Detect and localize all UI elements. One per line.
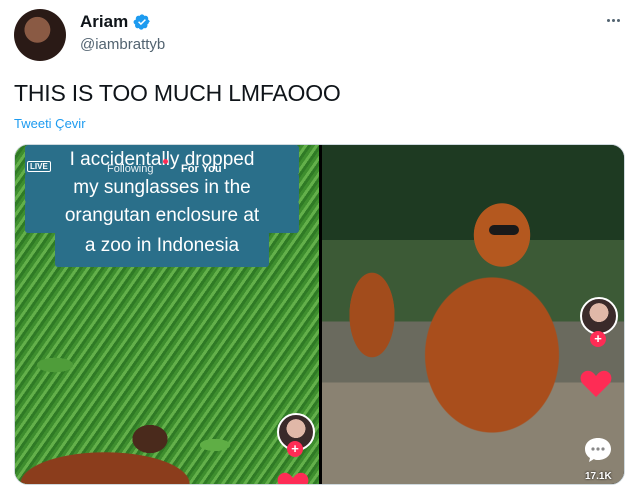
comment-count: 17.1K [585,471,612,482]
comment-icon [585,438,611,462]
tweet-media[interactable]: I accidentally dropped my sunglasses in … [14,144,625,485]
author-avatar[interactable] [14,9,66,61]
caption-line-4: a zoo in Indonesia [55,231,269,267]
notification-dot [163,159,168,164]
caption-line-3: orangutan enclosure at [25,201,299,233]
verified-badge-icon [133,14,150,30]
translate-tweet-link[interactable]: Tweeti Çevir [14,116,86,131]
heart-icon-right [580,370,612,397]
more-options-button[interactable] [603,10,623,30]
orangutan-baby [337,250,407,380]
media-image-right[interactable]: + 17.1K [322,145,624,484]
heart-icon [277,472,309,484]
sunglasses [489,225,519,235]
orangutan-adult [382,185,582,435]
creator-avatar-right [580,297,618,335]
tab-for-you: For You [181,163,222,175]
author-handle[interactable]: @iambrattyb [80,36,165,53]
author-name-row: Ariam [80,12,151,32]
author-display-name[interactable]: Ariam [80,12,128,32]
media-image-left[interactable]: I accidentally dropped my sunglasses in … [15,145,319,484]
tweet-text: THIS IS TOO MUCH LMFAOOO [14,80,341,106]
caption-line-1: I accidentally dropped [25,145,299,175]
tab-following: Following [107,163,154,175]
orangutan-hand [125,419,175,459]
caption-line-2: my sunglasses in the [25,173,299,203]
follow-plus-icon: + [287,441,303,457]
orangutan-arm [15,414,215,484]
more-dots-icon [606,18,610,22]
live-badge: LIVE [27,161,51,172]
follow-plus-icon-right: + [590,331,606,347]
